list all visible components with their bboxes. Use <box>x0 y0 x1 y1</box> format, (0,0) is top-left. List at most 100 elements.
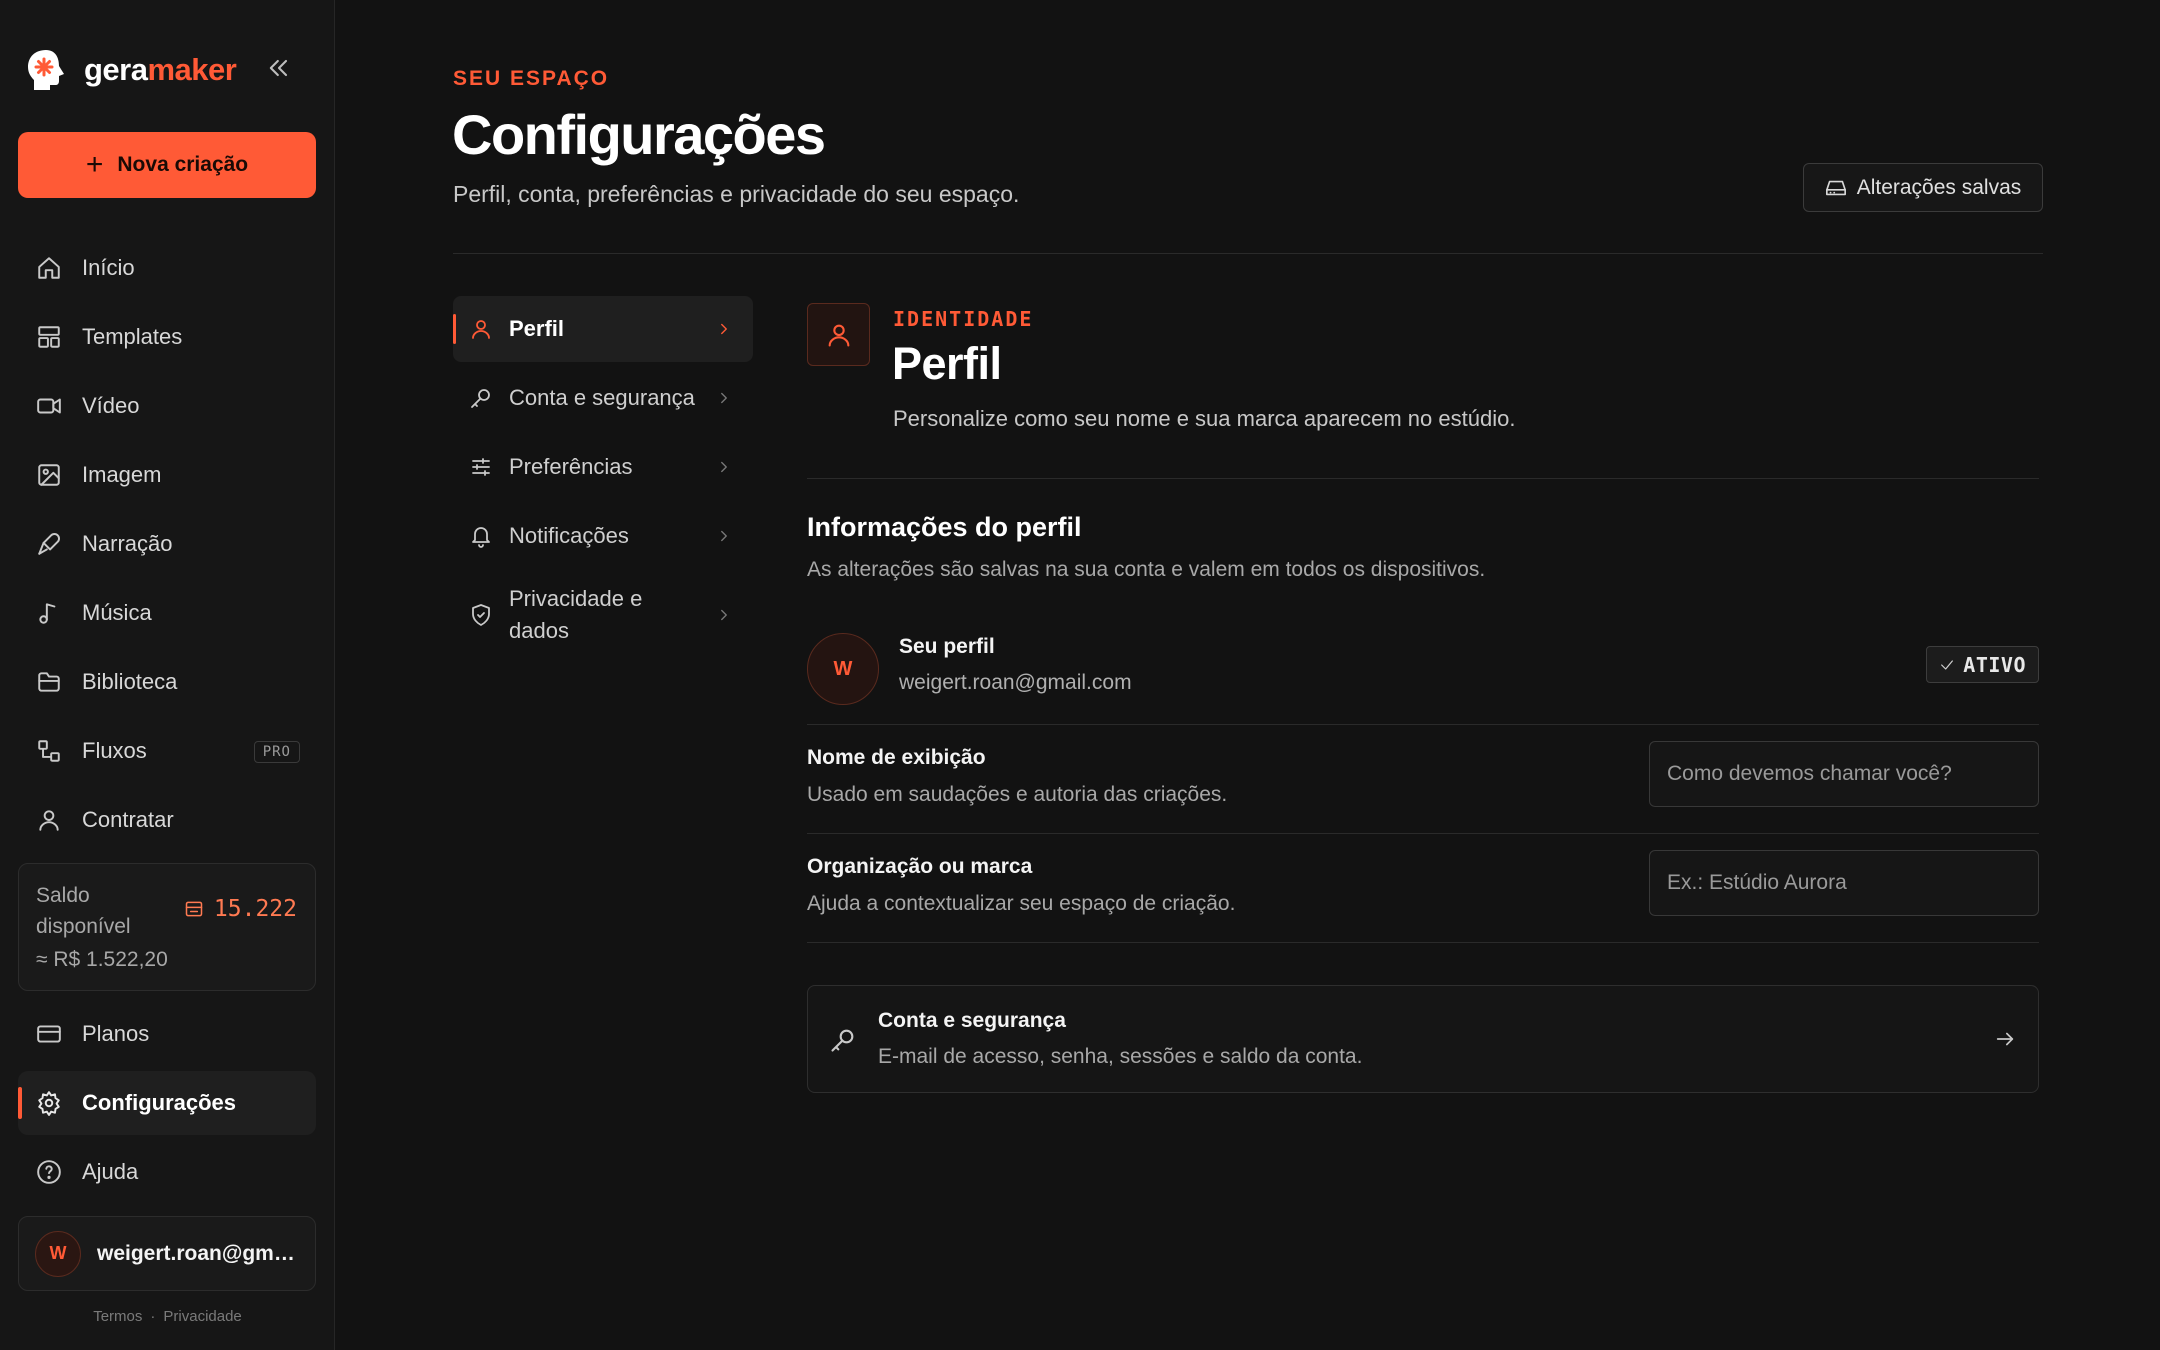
image-icon <box>38 464 60 486</box>
settings-tab-conta[interactable]: Conta e segurança <box>453 365 753 431</box>
workflow-icon <box>38 740 60 762</box>
layout-icon <box>38 326 60 348</box>
nav-label: Planos <box>82 1021 150 1046</box>
nav-item-planos[interactable]: Planos <box>18 1002 316 1066</box>
settings-tab-label: Privacidade e dados <box>509 586 643 643</box>
security-link-title: Conta e segurança <box>878 1009 1066 1032</box>
balance-amount: 15.222 <box>184 896 297 922</box>
settings-nav: Perfil Conta e segurança Preferências No… <box>453 296 753 661</box>
page-title: Configurações <box>452 103 826 166</box>
settings-tab-perfil[interactable]: Perfil <box>453 296 753 362</box>
brand-logo[interactable]: geramaker <box>26 48 237 92</box>
nav-item-narracao[interactable]: Narração <box>18 512 316 576</box>
gear-icon <box>38 1091 60 1116</box>
plus-icon: + <box>85 148 104 181</box>
shield-icon <box>472 604 490 626</box>
chevron-right-icon <box>721 323 727 335</box>
display-name-input[interactable] <box>1649 741 2039 807</box>
sidebar: geramaker + Nova criação Início Template… <box>0 0 335 1350</box>
page-subtitle: Perfil, conta, preferências e privacidad… <box>453 181 1020 207</box>
key-icon <box>471 389 490 408</box>
logo-head-icon <box>28 50 64 90</box>
saved-status-button[interactable]: Alterações salvas <box>1803 163 2043 212</box>
settings-tab-preferencias[interactable]: Preferências <box>453 434 753 500</box>
video-icon <box>37 398 61 414</box>
user-email: weigert.roan@gmail.com <box>97 1241 302 1265</box>
user-menu[interactable]: W weigert.roan@gmail.com <box>18 1216 316 1291</box>
terms-link[interactable]: Termos <box>93 1308 142 1325</box>
new-creation-label: Nova criação <box>117 153 249 176</box>
avatar: W <box>35 1230 81 1277</box>
chevron-right-icon <box>721 530 727 542</box>
collapse-sidebar-icon[interactable] <box>265 54 293 82</box>
status-text: ATIVO <box>1963 652 2026 677</box>
balance-value: 15.222 <box>213 896 297 922</box>
nav-item-biblioteca[interactable]: Biblioteca <box>18 650 316 714</box>
organization-input[interactable] <box>1649 850 2039 916</box>
security-link-subtitle: E-mail de acesso, senha, sessões e saldo… <box>878 1045 1363 1068</box>
nav-item-templates[interactable]: Templates <box>18 305 316 369</box>
profile-info-title: Informações do perfil <box>807 512 1082 542</box>
status-badge: ATIVO <box>1926 646 2039 683</box>
nav-label: Templates <box>82 324 183 349</box>
nav-item-configuracoes[interactable]: Configurações <box>18 1071 316 1135</box>
display-name-row: Nome de exibição Usado em saudações e au… <box>807 725 2039 834</box>
chevron-right-icon <box>721 392 727 404</box>
nav-label: Imagem <box>82 462 162 487</box>
bell-icon <box>472 527 490 548</box>
section-title: Perfil <box>892 338 1002 389</box>
folder-icon <box>38 672 60 692</box>
nav-item-video[interactable]: Vídeo <box>18 374 316 438</box>
nav-label: Biblioteca <box>82 669 178 694</box>
nav-label: Contratar <box>82 807 174 832</box>
privacy-link[interactable]: Privacidade <box>163 1308 241 1325</box>
nav-label: Ajuda <box>82 1159 139 1184</box>
section-subtitle: Personalize como seu nome e sua marca ap… <box>893 406 1516 431</box>
pro-badge: PRO <box>253 741 300 763</box>
microphone-icon <box>38 533 60 555</box>
check-icon <box>1941 659 1954 670</box>
balance-card[interactable]: Saldo disponível 15.222 ≈ R$ 1.522,20 <box>18 863 316 991</box>
organization-label: Organização ou marca <box>807 855 1033 878</box>
hard-drive-icon <box>1825 180 1846 195</box>
nav-label: Início <box>82 255 135 280</box>
nav-item-contratar[interactable]: Contratar <box>18 788 316 852</box>
footer-separator: · <box>150 1308 156 1325</box>
nav-item-inicio[interactable]: Início <box>18 236 316 300</box>
footer-links: Termos · Privacidade <box>0 1308 335 1325</box>
account-security-link[interactable]: Conta e segurança E-mail de acesso, senh… <box>807 985 2039 1093</box>
bottom-nav: Planos Configurações Ajuda <box>18 1002 316 1209</box>
saved-label: Alterações salvas <box>1856 175 2022 199</box>
music-note-icon <box>39 603 56 624</box>
nav-item-fluxos[interactable]: Fluxos PRO <box>18 719 316 783</box>
nav-item-musica[interactable]: Música <box>18 581 316 645</box>
profile-email: weigert.roan@gmail.com <box>899 671 1132 694</box>
settings-tab-label: Preferências <box>509 454 633 479</box>
display-name-label: Nome de exibição <box>807 746 986 769</box>
user-icon <box>828 324 849 347</box>
profile-info-subtitle: As alterações são salvas na sua conta e … <box>807 558 1486 581</box>
arrow-right-icon <box>1996 1032 2014 1046</box>
nav-label: Música <box>82 600 152 625</box>
settings-tab-label: Conta e segurança <box>509 385 695 410</box>
settings-tab-label: Perfil <box>509 316 565 341</box>
section-eyebrow: IDENTIDADE <box>893 307 1034 331</box>
profile-name: Seu perfil <box>899 635 995 658</box>
nav-label: Narração <box>82 531 173 556</box>
home-icon <box>38 257 60 279</box>
display-name-help: Usado em saudações e autoria das criaçõe… <box>807 783 1228 806</box>
main-content: SEU ESPAÇO Configurações Perfil, conta, … <box>336 0 2160 1350</box>
new-creation-button[interactable]: + Nova criação <box>18 132 316 198</box>
sliders-icon <box>472 458 490 476</box>
nav-item-ajuda[interactable]: Ajuda <box>18 1140 316 1204</box>
nav-item-imagem[interactable]: Imagem <box>18 443 316 507</box>
avatar: W <box>807 633 879 705</box>
user-icon <box>39 810 59 831</box>
page-eyebrow: SEU ESPAÇO <box>453 67 610 90</box>
profile-summary: W Seu perfil weigert.roan@gmail.com ATIV… <box>807 633 2039 725</box>
settings-tab-privacidade[interactable]: Privacidade e dados <box>453 572 753 658</box>
settings-tab-notificacoes[interactable]: Notificações <box>453 503 753 569</box>
nav-label: Vídeo <box>82 393 140 418</box>
nav-label: Fluxos <box>82 738 147 763</box>
section-divider <box>807 478 2039 479</box>
